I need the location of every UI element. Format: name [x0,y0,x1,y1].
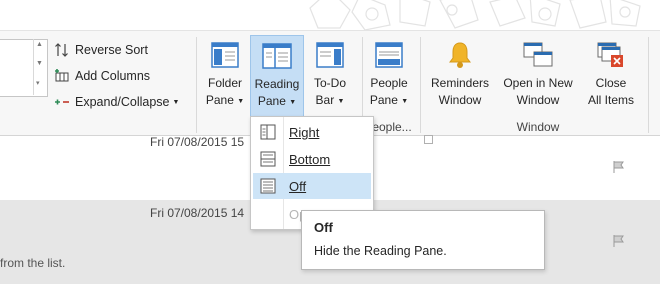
new-window-icon [496,35,580,75]
group-divider [420,37,421,133]
flag-icon[interactable] [612,160,626,174]
expand-collapse-label: Expand/Collapse [75,95,170,109]
reverse-sort-label: Reverse Sort [75,43,148,57]
folder-pane-label-line1: Folder [207,76,242,90]
checkbox-icon[interactable] [424,135,434,145]
reading-pane-off-icon [253,178,283,194]
close-all-items-label-line2: All Items [587,93,634,107]
people-pane-icon [366,35,412,75]
expand-collapse-button[interactable]: Expand/Collapse ▼ [54,91,179,113]
tooltip-title: Off [314,220,333,235]
menu-item-right[interactable]: Right [253,119,371,145]
reading-pane-bottom-icon [253,151,283,167]
scroll-up-icon[interactable]: ▲ [36,41,43,48]
group-divider [648,37,649,133]
group-divider [196,37,197,133]
bell-icon [426,35,494,75]
reminders-window-button[interactable]: Reminders Window [426,35,494,117]
tooltip-description: Hide the Reading Pane. [314,244,447,258]
decorative-pattern [309,0,641,30]
gallery-more-icon[interactable]: ▾ [36,79,40,87]
people-pane-label-line1: People [370,76,408,90]
open-in-new-window-label-line1: Open in New [503,76,573,90]
chevron-down-icon: ▼ [172,98,180,106]
menu-item-right-label: Right [289,124,320,140]
open-in-new-window-button[interactable]: Open in New Window [496,35,580,117]
add-columns-label: Add Columns [75,69,151,83]
reading-pane-right-icon [253,124,283,140]
people-pane-label-line2: Pane [369,93,398,107]
reading-pane-button[interactable]: Reading Pane ▼ [250,35,304,117]
chevron-down-icon: ▼ [401,98,409,105]
chevron-down-icon: ▼ [289,99,297,106]
reading-pane-label-line2: Pane [257,94,286,108]
expand-collapse-icon [54,94,70,110]
title-bar-background [0,0,660,30]
menu-item-off[interactable]: Off [253,173,371,199]
menu-item-bottom[interactable]: Bottom [253,146,371,172]
message-date: Fri 07/08/2015 15 [150,135,245,149]
chevron-down-icon: ▼ [237,98,245,105]
todo-bar-label-line2: Bar [315,93,335,107]
close-all-items-button[interactable]: Close All Items [582,35,640,117]
reading-pane-label-line1: Reading [254,77,300,91]
todo-bar-icon [308,35,352,75]
tooltip: Off Hide the Reading Pane. [301,210,545,270]
chevron-down-icon: ▼ [337,98,345,105]
people-group-label: eople... [372,120,412,134]
add-columns-button[interactable]: Add Columns [54,65,150,87]
arrangement-gallery-scrollbar[interactable]: ▲ ▼ ▾ [33,39,45,95]
reading-pane-icon [251,36,303,76]
message-snippet: from the list. [0,256,66,270]
menu-item-bottom-label: Bottom [289,151,331,167]
menu-item-off-label: Off [289,178,307,194]
todo-bar-label-line1: To-Do [313,76,346,90]
reverse-sort-icon [54,42,70,58]
scroll-down-icon[interactable]: ▼ [36,60,43,67]
open-in-new-window-label-line2: Window [516,93,560,107]
close-all-items-icon [582,35,640,75]
folder-pane-label-line2: Pane [205,93,234,107]
close-all-items-label-line1: Close [595,76,627,90]
folder-pane-button[interactable]: Folder Pane ▼ [202,35,248,117]
message-date: Fri 07/08/2015 14 [150,206,245,220]
flag-icon[interactable] [612,234,626,248]
reminders-window-label-line1: Reminders [430,76,490,90]
reminders-window-label-line2: Window [438,93,482,107]
add-columns-icon [54,68,70,84]
people-pane-button[interactable]: People Pane ▼ [366,35,412,117]
folder-pane-icon [202,35,248,75]
todo-bar-button[interactable]: To-Do Bar ▼ [308,35,352,117]
reverse-sort-button[interactable]: Reverse Sort [54,39,148,61]
window-group-label: Window [516,120,560,134]
